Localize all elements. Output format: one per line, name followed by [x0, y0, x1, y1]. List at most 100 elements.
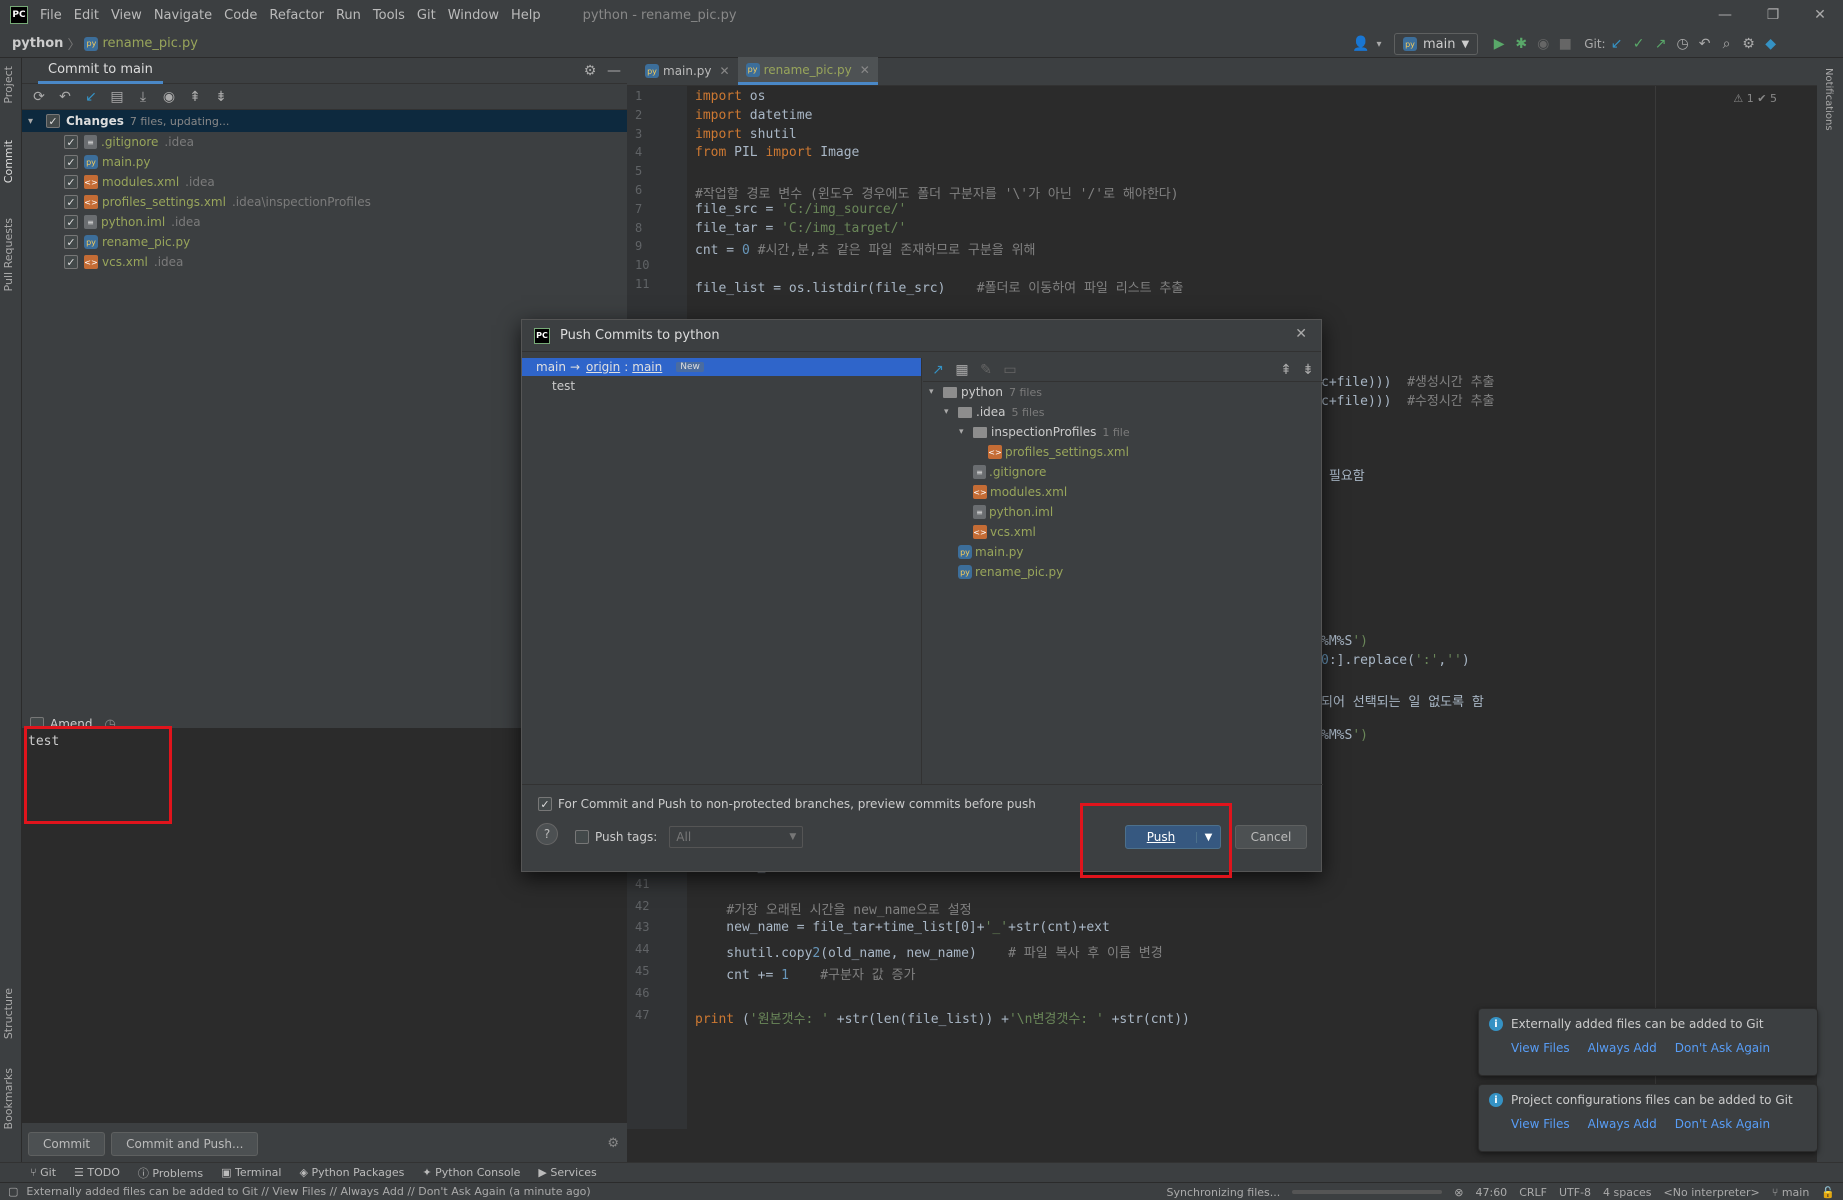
menu-git[interactable]: Git	[417, 8, 436, 23]
always-add-link[interactable]: Always Add	[1588, 1041, 1657, 1055]
status-layout-icon[interactable]: ▢	[8, 1185, 18, 1198]
changed-file-row[interactable]: <> modules.xml .idea	[22, 172, 627, 192]
expand-all-icon[interactable]: ⇞	[1275, 359, 1297, 381]
tree-node[interactable]: ≡ .gitignore	[923, 462, 1323, 482]
tree-node[interactable]: ▾ .idea 5 files	[923, 402, 1323, 422]
tree-node[interactable]: <> profiles_settings.xml	[923, 442, 1323, 462]
push-tags-select[interactable]: All ▼	[669, 826, 804, 848]
code-line[interactable]: 42 #가장 오래된 시간을 new_name으로 설정	[627, 896, 1817, 918]
changes-checkbox[interactable]	[46, 114, 60, 128]
menu-edit[interactable]: Edit	[74, 8, 99, 23]
collapse-all-icon[interactable]: ⇟	[1297, 359, 1319, 381]
refresh-icon[interactable]: ⟳	[28, 86, 50, 108]
jetbrains-logo-icon[interactable]: ◆	[1760, 33, 1782, 55]
tool-tab-pull-requests[interactable]: Pull Requests	[2, 218, 15, 291]
edit-source-icon[interactable]: ✎	[975, 359, 997, 381]
tree-node[interactable]: py main.py	[923, 542, 1323, 562]
commit-button[interactable]: Commit	[28, 1131, 106, 1156]
changed-file-row[interactable]: ≡ python.iml .idea	[22, 212, 627, 232]
lock-icon[interactable]: 🔓	[1821, 1186, 1835, 1199]
tool-python-packages[interactable]: ◈ Python Packages	[299, 1166, 404, 1179]
settings-gear-icon[interactable]: ⚙	[1738, 33, 1760, 55]
push-icon[interactable]: ↗	[1650, 33, 1672, 55]
file-checkbox[interactable]	[64, 195, 78, 209]
tool-tab-project[interactable]: Project	[2, 66, 15, 104]
breadcrumb-file[interactable]: rename_pic.py	[102, 36, 198, 51]
remote-name[interactable]: origin	[586, 360, 620, 374]
shelve-icon[interactable]: ⤓	[132, 86, 154, 108]
menu-navigate[interactable]: Navigate	[154, 8, 212, 23]
coverage-icon[interactable]: ◉	[1532, 33, 1554, 55]
tool-tab-commit[interactable]: Commit	[2, 140, 15, 183]
close-tab-icon[interactable]: ✕	[720, 64, 730, 78]
dont-ask-again-link[interactable]: Don't Ask Again	[1675, 1041, 1770, 1055]
cancel-sync-icon[interactable]: ⊗	[1454, 1186, 1463, 1199]
rollback-changes-icon[interactable]: ↶	[54, 86, 76, 108]
view-files-link[interactable]: View Files	[1511, 1117, 1570, 1131]
run-icon[interactable]: ▶	[1488, 33, 1510, 55]
code-line[interactable]: 46	[627, 983, 1817, 1005]
update-project-icon[interactable]: ↙	[1606, 33, 1628, 55]
tree-node[interactable]: <> modules.xml	[923, 482, 1323, 502]
hide-panel-icon[interactable]: —	[603, 60, 625, 82]
show-diff-arrow-icon[interactable]: ↗	[927, 359, 949, 381]
tool-services[interactable]: ▶ Services	[538, 1166, 596, 1179]
close-dialog-icon[interactable]: ✕	[1295, 326, 1307, 342]
search-icon[interactable]: ⌕	[1716, 33, 1738, 55]
menu-tools[interactable]: Tools	[373, 8, 405, 23]
commit-and-push-button[interactable]: Commit and Push...	[111, 1131, 259, 1156]
git-branch-status[interactable]: ⑂ main	[1772, 1186, 1810, 1199]
file-checkbox[interactable]	[64, 175, 78, 189]
always-add-link[interactable]: Always Add	[1588, 1117, 1657, 1131]
indent-setting[interactable]: 4 spaces	[1603, 1186, 1652, 1199]
interpreter-selector[interactable]: <No interpreter>	[1664, 1186, 1760, 1199]
close-window-icon[interactable]: ✕	[1800, 0, 1840, 30]
update-icon[interactable]: ↙	[80, 86, 102, 108]
close-tab-icon[interactable]: ✕	[860, 63, 870, 77]
tab-rename-pic-py[interactable]: py rename_pic.py ✕	[737, 57, 878, 85]
show-diff-icon[interactable]: ▤	[106, 86, 128, 108]
preview-checkbox[interactable]	[538, 797, 552, 811]
file-checkbox[interactable]	[64, 215, 78, 229]
breadcrumb-project[interactable]: python	[12, 36, 63, 51]
file-checkbox[interactable]	[64, 255, 78, 269]
collapse-all-icon[interactable]: ⇟	[210, 86, 232, 108]
dont-ask-again-link[interactable]: Don't Ask Again	[1675, 1117, 1770, 1131]
tool-git[interactable]: ⑂ Git	[30, 1166, 56, 1179]
changes-node[interactable]: ▾ Changes 7 files, updating...	[22, 110, 627, 132]
cancel-button[interactable]: Cancel	[1235, 825, 1307, 849]
tool-python-console[interactable]: ✦ Python Console	[422, 1166, 520, 1179]
target-branch[interactable]: main	[632, 360, 662, 374]
minimize-icon[interactable]: —	[1705, 0, 1745, 30]
commit-options-gear-icon[interactable]: ⚙	[607, 1136, 619, 1151]
debug-icon[interactable]: ✱	[1510, 33, 1532, 55]
status-message[interactable]: Externally added files can be added to G…	[26, 1185, 590, 1198]
tree-node[interactable]: ≡ python.iml	[923, 502, 1323, 522]
stop-icon[interactable]: ■	[1554, 33, 1576, 55]
tool-todo[interactable]: ☰ TODO	[74, 1166, 120, 1179]
run-config-selector[interactable]: py main ▼	[1394, 33, 1479, 55]
user-icon[interactable]: 👤	[1350, 33, 1372, 55]
menu-run[interactable]: Run	[336, 8, 361, 23]
help-icon[interactable]: ?	[536, 823, 558, 845]
file-checkbox[interactable]	[64, 135, 78, 149]
tool-terminal[interactable]: ▣ Terminal	[221, 1166, 281, 1179]
preview-diff-icon[interactable]: ▭	[999, 359, 1021, 381]
code-line[interactable]: 44 shutil.copy2(old_name, new_name) # 파일…	[627, 939, 1817, 961]
changed-file-row[interactable]: py main.py	[22, 152, 627, 172]
menu-window[interactable]: Window	[448, 8, 499, 23]
chevron-down-icon[interactable]: ▾	[944, 407, 958, 417]
tree-node[interactable]: py rename_pic.py	[923, 562, 1323, 582]
caret-position[interactable]: 47:60	[1475, 1186, 1507, 1199]
menu-file[interactable]: File	[40, 8, 62, 23]
view-files-link[interactable]: View Files	[1511, 1041, 1570, 1055]
push-tags-checkbox[interactable]	[575, 830, 589, 844]
history-icon[interactable]: ◷	[1672, 33, 1694, 55]
tool-tab-bookmarks[interactable]: Bookmarks	[2, 1068, 15, 1129]
file-checkbox[interactable]	[64, 235, 78, 249]
preview-option[interactable]: For Commit and Push to non-protected bra…	[538, 797, 1036, 811]
tool-problems[interactable]: ⓘ Problems	[138, 1165, 203, 1181]
chevron-down-icon[interactable]: ▾	[959, 427, 973, 437]
menu-code[interactable]: Code	[224, 8, 257, 23]
chevron-down-icon[interactable]: ▾	[929, 387, 943, 397]
